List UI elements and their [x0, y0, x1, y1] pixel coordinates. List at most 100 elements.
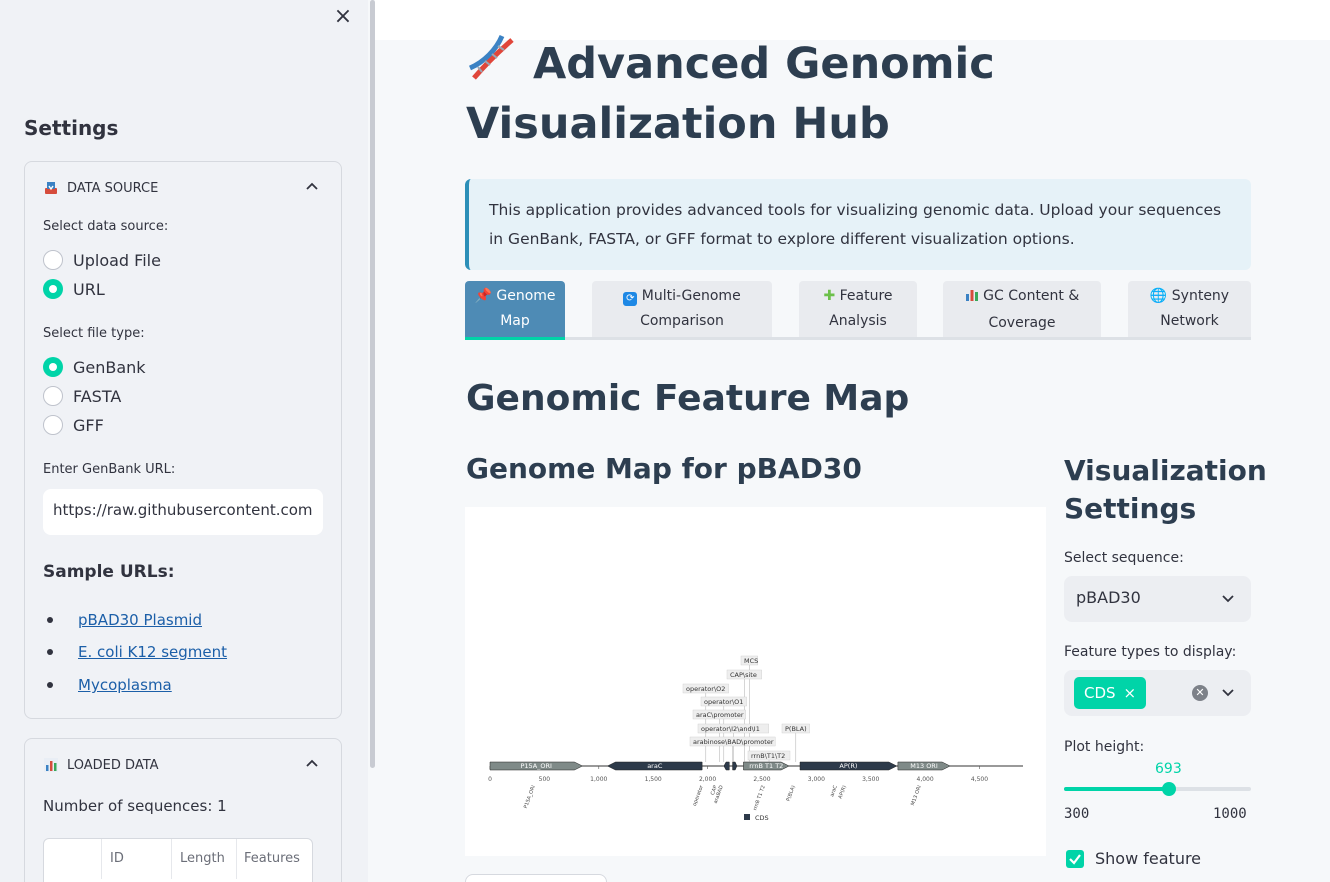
sample-urls-heading: Sample URLs:: [43, 562, 175, 582]
chevron-up-icon[interactable]: [305, 180, 319, 194]
column-header-id[interactable]: ID: [110, 851, 124, 866]
feature-label: M13 ORI: [910, 762, 938, 770]
tab-label: Comparison: [640, 313, 724, 329]
tab-label: Map: [500, 313, 530, 329]
sequences-table[interactable]: ID Length Features: [43, 838, 313, 882]
sequence-select-label: Select sequence:: [1064, 550, 1184, 566]
plot-height-label: Plot height:: [1064, 739, 1145, 755]
data-source-panel: DATA SOURCE Select data source: Upload F…: [24, 161, 342, 719]
annotation-label: operator\I2\and\I1: [701, 725, 760, 733]
rotated-feature-label: rrnB T1 T2: [752, 785, 767, 812]
legend-swatch: [744, 814, 750, 820]
annotation-label: P(BLA): [785, 725, 807, 733]
annotation-label: operator\O1: [704, 698, 743, 706]
clear-all-icon[interactable]: ✕: [1192, 685, 1208, 701]
feature-types-label: Feature types to display:: [1064, 644, 1237, 660]
rotated-feature-label: AP(R): [838, 785, 848, 800]
radio-circle[interactable]: [43, 386, 63, 406]
sample-link-ecoli[interactable]: E. coli K12 segment: [78, 643, 227, 661]
download-button[interactable]: [465, 874, 607, 882]
radio-fasta[interactable]: FASTA: [43, 386, 121, 406]
inbox-tray-icon: [43, 180, 59, 196]
tick-label: 1,000: [590, 776, 607, 783]
radio-gff[interactable]: GFF: [43, 415, 104, 435]
radio-circle[interactable]: [43, 415, 63, 435]
chevron-down-icon[interactable]: [1221, 685, 1235, 699]
tab-label: Feature: [839, 288, 893, 304]
genbank-url-input[interactable]: https://raw.githubusercontent.com: [43, 489, 323, 535]
rotated-feature-label: operator: [692, 784, 705, 807]
slider-max: 1000: [1213, 806, 1247, 822]
radio-label: Upload File: [73, 250, 161, 270]
genome-map-plot[interactable]: 0 500 1,000 1,500 2,000 2,500 3,000 3,500 4,000 4…: [465, 507, 1046, 856]
bar-chart-icon: [43, 757, 59, 773]
tab-synteny-network[interactable]: 🌐 Synteny Network: [1128, 281, 1251, 337]
loaded-data-header[interactable]: LOADED DATA: [43, 757, 159, 773]
data-source-label: Select data source:: [43, 219, 169, 234]
data-source-header[interactable]: DATA SOURCE: [43, 180, 158, 196]
map-heading: Genome Map for pBAD30: [466, 452, 862, 485]
tab-bar: 📌 Genome Map ⟳ Multi-Genome Comparison ✚…: [465, 281, 1251, 340]
chevron-down-icon[interactable]: [1221, 591, 1235, 605]
plot-height-slider[interactable]: [1064, 782, 1251, 796]
show-labels-checkbox[interactable]: [1066, 850, 1084, 868]
sidebar-scrollbar[interactable]: [370, 0, 375, 768]
slider-thumb[interactable]: [1161, 782, 1176, 796]
tab-label: Multi-Genome: [641, 288, 741, 304]
chevron-up-icon[interactable]: [305, 757, 319, 771]
sample-link-mycoplasma[interactable]: Mycoplasma: [78, 676, 172, 694]
tab-gc-content-coverage[interactable]: GC Content & Coverage: [943, 281, 1101, 337]
tab-label: GC Content &: [983, 288, 1080, 304]
genome-map-svg[interactable]: 0 500 1,000 1,500 2,000 2,500 3,000 3,500 4,000 4…: [465, 507, 1046, 856]
chip-remove-icon[interactable]: ×: [1124, 677, 1137, 709]
tab-label: Analysis: [829, 313, 887, 329]
radio-circle[interactable]: [43, 250, 63, 270]
sample-link-pbad30[interactable]: pBAD30 Plasmid: [78, 611, 202, 629]
column-header-length[interactable]: Length: [180, 851, 225, 866]
tab-label: Synteny: [1171, 288, 1230, 304]
rotated-feature-label: P(BLA): [786, 785, 797, 803]
tick-label: 1,500: [645, 776, 662, 783]
sequence-select[interactable]: pBAD30: [1064, 576, 1251, 622]
data-source-title: DATA SOURCE: [67, 180, 159, 196]
tick-label: 4,500: [971, 776, 988, 783]
slider-fill: [1064, 787, 1169, 791]
tab-feature-analysis[interactable]: ✚ Feature Analysis: [799, 281, 917, 337]
bullet: [47, 649, 53, 655]
radio-genbank[interactable]: GenBank: [43, 357, 146, 377]
divider: [236, 839, 237, 879]
column-header-features[interactable]: Features: [244, 851, 300, 866]
feature-arrow: [723, 761, 730, 771]
slider-min: 300: [1064, 806, 1090, 822]
tick-label: 3,000: [808, 776, 825, 783]
bar-chart-icon: [965, 286, 979, 311]
annotation-label: operator\O2: [686, 685, 725, 693]
tab-label: Network: [1160, 313, 1219, 329]
feature-label: rrnB T1 T2: [749, 762, 783, 770]
tick-label: 4,000: [917, 776, 934, 783]
divider: [171, 839, 172, 879]
radio-url[interactable]: URL: [43, 279, 105, 299]
annotation-label: rrnB\T1\T2: [751, 752, 785, 760]
tab-multi-genome-comparison[interactable]: ⟳ Multi-Genome Comparison: [592, 281, 772, 337]
sequence-select-value: pBAD30: [1076, 588, 1141, 607]
list-item: E. coli K12 segment: [43, 643, 227, 661]
close-sidebar-button[interactable]: ×: [333, 6, 353, 28]
list-item: pBAD30 Plasmid: [43, 611, 202, 629]
settings-heading-text: Visualization Settings: [1064, 454, 1267, 525]
tab-label: Genome: [496, 288, 556, 304]
radio-upload-file[interactable]: Upload File: [43, 250, 161, 270]
feature-types-multiselect[interactable]: CDS × ✕: [1064, 670, 1251, 716]
list-item: Mycoplasma: [43, 676, 172, 694]
radio-circle[interactable]: [43, 357, 63, 377]
radio-label: URL: [73, 279, 105, 299]
feature-label: araC: [647, 762, 663, 770]
annotation-label: arabinose\BAD\promoter: [693, 738, 774, 746]
close-icon[interactable]: ×: [334, 4, 352, 29]
num-sequences: Number of sequences: 1: [43, 797, 227, 815]
rotated-feature-label: M13 ORI: [910, 785, 923, 807]
genbank-url-label: Enter GenBank URL:: [43, 462, 176, 477]
feature-chip-cds[interactable]: CDS ×: [1074, 677, 1147, 709]
tab-genome-map[interactable]: 📌 Genome Map: [465, 281, 565, 340]
radio-circle[interactable]: [43, 279, 63, 299]
